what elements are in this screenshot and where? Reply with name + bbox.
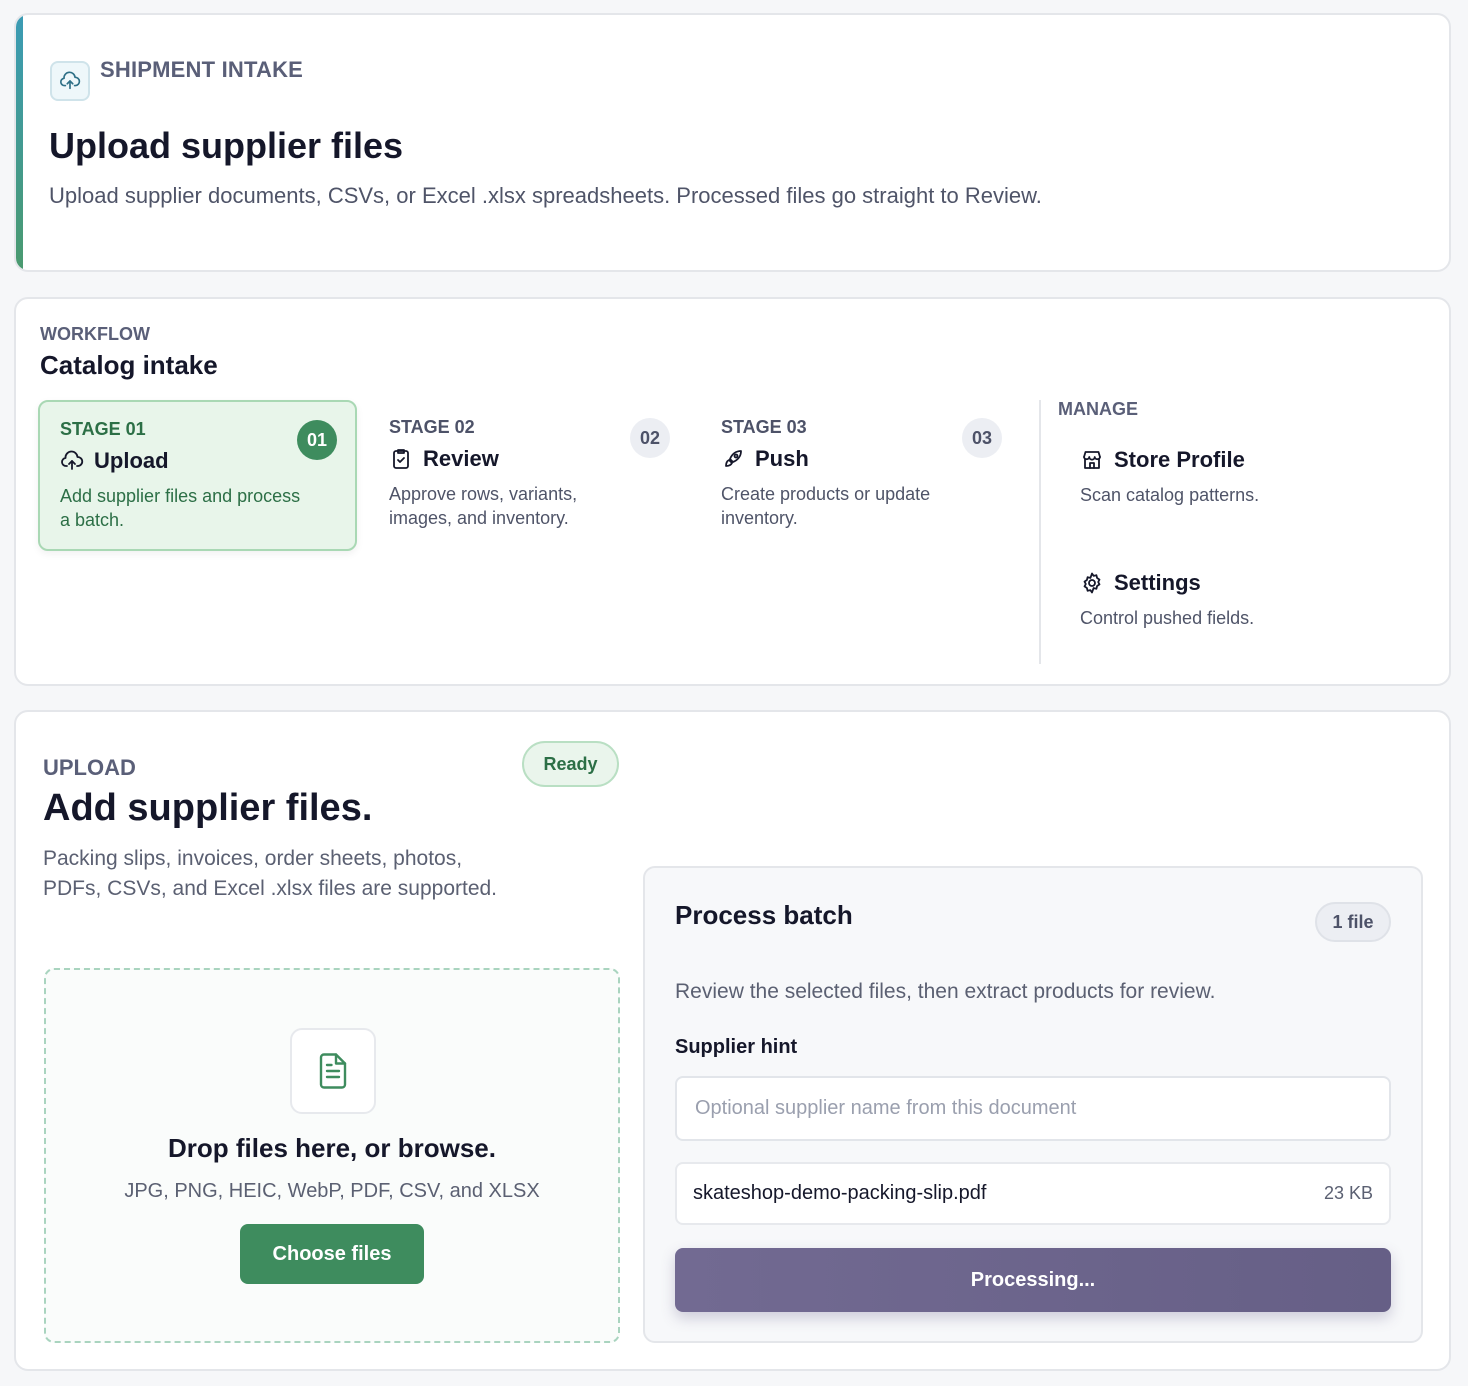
stage-name: Review (423, 446, 499, 471)
dropzone-title: Drop files here, or browse. (168, 1133, 496, 1163)
stage-description: Approve rows, variants, images, and inve… (389, 484, 578, 528)
divider (1039, 400, 1041, 664)
clipboard-check-icon (389, 447, 413, 471)
file-dropzone[interactable]: Drop files here, or browse. JPG, PNG, HE… (44, 968, 620, 1343)
file-count-badge: 1 file (1315, 902, 1391, 942)
process-batch-panel: Process batch 1 file Review the selected… (643, 866, 1423, 1343)
supplier-hint-label: Supplier hint (675, 1036, 798, 1058)
document-icon (290, 1028, 376, 1114)
stage-name: Push (755, 446, 809, 471)
workflow-card: WORKFLOW Catalog intake STAGE 01 01 Uplo… (14, 297, 1451, 686)
stage-description: Add supplier files and process a batch. (60, 486, 301, 530)
rocket-icon (721, 447, 745, 471)
manage-settings[interactable]: Settings Control pushed fields. (1080, 570, 1254, 629)
upload-title: Add supplier files. (43, 787, 373, 829)
stage-name-row: Upload (60, 448, 169, 474)
workflow-eyebrow: WORKFLOW (40, 324, 150, 344)
stage-push[interactable]: STAGE 03 03 Push Create products or upda… (701, 400, 1020, 551)
batch-title: Process batch (675, 900, 853, 930)
page-title: Upload supplier files (49, 125, 404, 166)
supplier-hint-input[interactable] (675, 1076, 1391, 1141)
file-list-item[interactable]: skateshop-demo-packing-slip.pdf 23 KB (675, 1162, 1391, 1225)
gear-icon (1080, 571, 1104, 595)
file-name: skateshop-demo-packing-slip.pdf (693, 1182, 987, 1204)
manage-item-description: Scan catalog patterns. (1080, 485, 1260, 505)
manage-item-name-row: Store Profile (1080, 447, 1259, 473)
stage-number-badge: 03 (962, 418, 1002, 458)
stage-name: Upload (94, 448, 169, 473)
stage-label: STAGE 01 (60, 419, 146, 439)
manage-store-profile[interactable]: Store Profile Scan catalog patterns. (1080, 447, 1259, 506)
stage-description: Create products or update inventory. (721, 484, 931, 528)
upload-eyebrow: UPLOAD (43, 755, 136, 780)
manage-item-name: Settings (1114, 570, 1201, 595)
stage-label: STAGE 02 (389, 417, 475, 437)
stage-label: STAGE 03 (721, 417, 807, 437)
stage-number-badge: 02 (630, 418, 670, 458)
header-card: SHIPMENT INTAKE Upload supplier files Up… (14, 13, 1451, 272)
header-eyebrow: SHIPMENT INTAKE (100, 57, 304, 82)
choose-files-button[interactable]: Choose files (240, 1224, 424, 1284)
cloud-upload-icon (60, 449, 84, 473)
stage-number-badge: 01 (297, 420, 337, 460)
accent-bar (16, 15, 23, 270)
batch-description: Review the selected files, then extract … (675, 980, 1216, 1003)
status-badge: Ready (522, 741, 619, 787)
workflow-title: Catalog intake (40, 350, 218, 380)
store-icon (1080, 448, 1104, 472)
page-subtitle: Upload supplier documents, CSVs, or Exce… (49, 183, 1042, 208)
upload-description: Packing slips, invoices, order sheets, p… (43, 847, 498, 900)
dropzone-file-types: JPG, PNG, HEIC, WebP, PDF, CSV, and XLSX (124, 1180, 540, 1202)
upload-card: UPLOAD Add supplier files. Packing slips… (14, 710, 1451, 1371)
stage-name-row: Push (721, 446, 809, 472)
manage-item-name: Store Profile (1114, 447, 1245, 472)
stage-name-row: Review (389, 446, 499, 472)
stage-upload[interactable]: STAGE 01 01 Upload Add supplier files an… (38, 400, 357, 551)
manage-item-description: Control pushed fields. (1080, 608, 1255, 628)
manage-item-name-row: Settings (1080, 570, 1254, 596)
process-button[interactable]: Processing... (675, 1248, 1391, 1312)
manage-eyebrow: MANAGE (1058, 399, 1138, 419)
file-size: 23 KB (1323, 1183, 1373, 1203)
stage-review[interactable]: STAGE 02 02 Review Approve rows, variant… (369, 400, 688, 551)
cloud-upload-icon (50, 61, 90, 101)
